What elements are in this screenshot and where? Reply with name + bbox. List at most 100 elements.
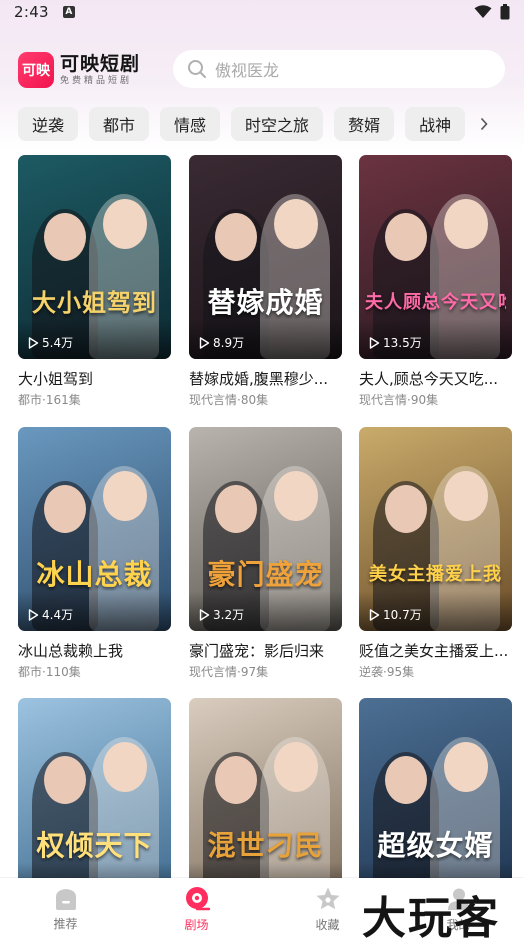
watermark-logo: 大玩客 — [362, 893, 500, 940]
drama-title[interactable]: 夫人,顾总今天又吃... — [359, 369, 512, 389]
view-count: 4.4万 — [28, 606, 73, 623]
poster-title-art: 权倾天下 — [36, 830, 153, 862]
drama-meta: 都市·161集 — [18, 393, 81, 407]
poster-title-art: 大小姐驾到 — [32, 288, 157, 317]
drama-title[interactable]: 替嫁成婚,腹黑穆少... — [189, 369, 342, 389]
drama-meta: 逆袭·95集 — [359, 665, 415, 679]
category-chip[interactable]: 赘婿 — [334, 107, 395, 141]
drama-meta: 现代言情·80集 — [189, 393, 269, 407]
category-label: 逆袭 — [32, 116, 65, 135]
poster-face — [103, 199, 147, 249]
drama-poster[interactable]: 美女主播爱上我 10.7万 — [359, 427, 512, 631]
poster-face — [385, 213, 427, 261]
play-icon — [28, 336, 39, 349]
category-label: 战神 — [419, 116, 452, 135]
status-bar: 2:43 A — [0, 0, 524, 24]
category-label: 时空之旅 — [245, 116, 310, 135]
drama-card[interactable]: 大小姐驾到 5.4万 大小姐驾到 都市·161集 — [18, 155, 171, 408]
category-chip[interactable]: 都市 — [89, 107, 150, 141]
play-icon — [369, 608, 380, 621]
poster-face — [274, 742, 318, 792]
drama-poster[interactable]: 超级女婿 — [359, 698, 512, 902]
drama-poster[interactable]: 夫人顾总今天又吃醋了 13.5万 — [359, 155, 512, 359]
view-count-text: 8.9万 — [213, 336, 245, 350]
app-brand: 可映短剧 免费精品短剧 — [60, 53, 140, 87]
poster-face — [385, 485, 427, 533]
play-icon — [199, 336, 210, 349]
poster-face — [385, 756, 427, 804]
view-count: 13.5万 — [369, 334, 422, 351]
drama-card[interactable]: 混世刁民 — [189, 698, 342, 902]
poster-title-art: 超级女婿 — [377, 830, 494, 862]
view-count: 3.2万 — [199, 606, 244, 623]
search-icon — [188, 60, 206, 78]
poster-face — [44, 213, 86, 261]
status-time: 2:43 — [14, 3, 49, 21]
drama-card[interactable]: 美女主播爱上我 10.7万贬值之美女主播爱上... 逆袭·95集 — [359, 427, 512, 680]
nav-item-theater[interactable]: 剧场 — [131, 878, 262, 940]
star-icon — [316, 887, 339, 909]
drama-title[interactable]: 冰山总裁赖上我 — [18, 641, 171, 661]
category-chip[interactable]: 逆袭 — [18, 107, 79, 141]
drama-poster[interactable]: 大小姐驾到 5.4万 — [18, 155, 171, 359]
drama-title[interactable]: 大小姐驾到 — [18, 369, 171, 389]
poster-face — [103, 742, 147, 792]
category-label: 赘婿 — [348, 116, 381, 135]
view-count: 8.9万 — [199, 334, 244, 351]
app-header: 可映 可映短剧 免费精品短剧 傲视医龙 — [18, 50, 518, 90]
drama-meta: 都市·110集 — [18, 665, 81, 679]
drama-poster[interactable]: 权倾天下 — [18, 698, 171, 902]
nav-label: 收藏 — [315, 917, 340, 932]
poster-title-art: 替嫁成婚 — [207, 287, 324, 319]
poster-face — [274, 199, 318, 249]
poster-face — [274, 471, 318, 521]
category-tabs: 逆袭 都市 情感 时空之旅 赘婿 战神 — [18, 107, 524, 141]
drama-card[interactable]: 冰山总裁 4.4万冰山总裁赖上我都市·110集 — [18, 427, 171, 680]
home-icon — [55, 888, 76, 910]
play-icon — [199, 608, 210, 621]
category-chip[interactable]: 情感 — [160, 107, 221, 141]
nav-item-recommend[interactable]: 推荐 — [0, 878, 131, 940]
play-icon — [369, 336, 380, 349]
poster-face — [44, 485, 86, 533]
poster-title-art: 冰山总裁 — [36, 559, 153, 591]
poster-title-art: 夫人顾总今天又吃醋了 — [365, 292, 506, 313]
drama-card[interactable]: 夫人顾总今天又吃醋了 13.5万夫人,顾总今天又吃... 现代言情·90集 — [359, 155, 512, 408]
poster-title-art: 美女主播爱上我 — [369, 564, 502, 585]
category-label: 情感 — [174, 116, 207, 135]
drama-card[interactable]: 超级女婿 — [359, 698, 512, 902]
drama-card[interactable]: 替嫁成婚 8.9万替嫁成婚,腹黑穆少... 现代言情·80集 — [189, 155, 342, 408]
drama-title[interactable]: 豪门盛宠：影后归来 — [189, 641, 342, 661]
nav-label: 推荐 — [53, 916, 78, 931]
status-icons — [474, 4, 510, 20]
category-label: 都市 — [103, 116, 136, 135]
poster-face — [103, 471, 147, 521]
drama-title[interactable]: 贬值之美女主播爱上... — [359, 641, 512, 661]
battery-icon — [500, 4, 510, 20]
poster-face — [215, 756, 257, 804]
category-chip[interactable]: 时空之旅 — [231, 107, 324, 141]
theater-icon — [185, 886, 210, 910]
drama-poster[interactable]: 混世刁民 — [189, 698, 342, 902]
drama-poster[interactable]: 替嫁成婚 8.9万 — [189, 155, 342, 359]
play-icon — [28, 608, 39, 621]
app-name: 可映短剧 — [60, 53, 141, 75]
category-chip[interactable]: 战神 — [405, 107, 466, 141]
notification-icon: A — [62, 6, 75, 18]
view-count: 10.7万 — [369, 606, 422, 623]
poster-face — [215, 213, 257, 261]
poster-face — [444, 471, 488, 521]
view-count-text: 5.4万 — [42, 336, 74, 350]
drama-meta: 现代言情·90集 — [359, 393, 439, 407]
poster-title-art: 豪门盛宠 — [207, 559, 324, 591]
drama-card[interactable]: 豪门盛宠 3.2万 豪门盛宠：影后归来 现代言情·97集 — [189, 427, 342, 680]
search-placeholder: 傲视医龙 — [215, 61, 280, 80]
drama-poster[interactable]: 豪门盛宠 3.2万 — [189, 427, 342, 631]
chevron-right-icon[interactable] — [474, 107, 494, 141]
app-slogan: 免费精品短剧 — [60, 76, 133, 86]
search-input[interactable]: 傲视医龙 — [173, 50, 505, 88]
drama-poster[interactable]: 冰山总裁 4.4万 — [18, 427, 171, 631]
poster-title-art: 混世刁民 — [207, 830, 324, 862]
view-count-text: 3.2万 — [213, 608, 245, 622]
drama-card[interactable]: 权倾天下 — [18, 698, 171, 902]
